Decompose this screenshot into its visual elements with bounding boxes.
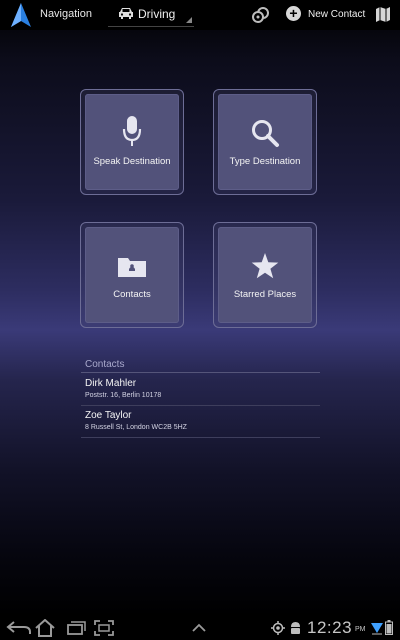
app-title: Navigation xyxy=(40,8,92,20)
chevron-up-icon[interactable] xyxy=(191,623,207,633)
contacts-tile[interactable]: Contacts xyxy=(80,222,184,328)
contacts-button[interactable]: Contacts xyxy=(85,227,179,323)
speak-destination-tile[interactable]: Speak Destination xyxy=(80,89,184,195)
gps-icon xyxy=(271,621,285,635)
star-icon xyxy=(251,253,279,279)
starred-places-label: Starred Places xyxy=(233,289,297,300)
system-bar: 12:23 PM xyxy=(0,616,400,640)
back-icon[interactable] xyxy=(6,620,32,636)
android-debug-icon xyxy=(291,622,300,634)
layers-icon[interactable] xyxy=(252,7,270,23)
car-icon xyxy=(119,8,133,19)
navigation-arrow-icon[interactable] xyxy=(10,3,32,27)
contact-list-item[interactable]: Zoe Taylor 8 Russell St, London WC2B 5HZ xyxy=(81,406,320,438)
contacts-section-header: Contacts xyxy=(81,356,320,373)
folder-icon xyxy=(118,258,146,277)
clock-time: 12:23 xyxy=(307,618,353,637)
search-icon xyxy=(252,120,279,147)
contacts-tile-label: Contacts xyxy=(113,289,151,300)
battery-icon xyxy=(385,620,393,635)
new-contact-label: New Contact xyxy=(308,9,366,20)
type-destination-tile[interactable]: Type Destination xyxy=(213,89,317,195)
home-icon[interactable] xyxy=(34,619,56,637)
contact-address: Poststr. 16, Berlin 10178 xyxy=(85,392,162,399)
microphone-icon xyxy=(122,116,142,146)
clock-ampm: PM xyxy=(355,626,366,633)
screenshot-icon[interactable] xyxy=(94,620,114,636)
contact-address: 8 Russell St, London WC2B 5HZ xyxy=(85,424,187,431)
starred-places-button[interactable]: Starred Places xyxy=(218,227,312,323)
contacts-header-label: Contacts xyxy=(85,359,125,370)
contact-list-item[interactable]: Dirk Mahler Poststr. 16, Berlin 10178 xyxy=(81,374,320,406)
dropdown-triangle-icon xyxy=(186,17,192,23)
travel-mode-label: Driving xyxy=(138,7,176,21)
contact-name: Zoe Taylor xyxy=(85,410,132,421)
action-bar: Navigation Driving + New Contact xyxy=(0,0,400,30)
travel-mode-dropdown[interactable]: Driving xyxy=(108,0,194,27)
starred-places-tile[interactable]: Starred Places xyxy=(213,222,317,328)
type-destination-label: Type Destination xyxy=(229,156,301,167)
wifi-icon xyxy=(371,623,383,635)
speak-destination-button[interactable]: Speak Destination xyxy=(85,94,179,190)
map-icon[interactable] xyxy=(376,7,390,22)
plus-icon: + xyxy=(286,6,301,21)
recent-apps-icon[interactable] xyxy=(66,620,86,636)
speak-destination-label: Speak Destination xyxy=(93,156,171,167)
contact-name: Dirk Mahler xyxy=(85,378,137,389)
type-destination-button[interactable]: Type Destination xyxy=(218,94,312,190)
